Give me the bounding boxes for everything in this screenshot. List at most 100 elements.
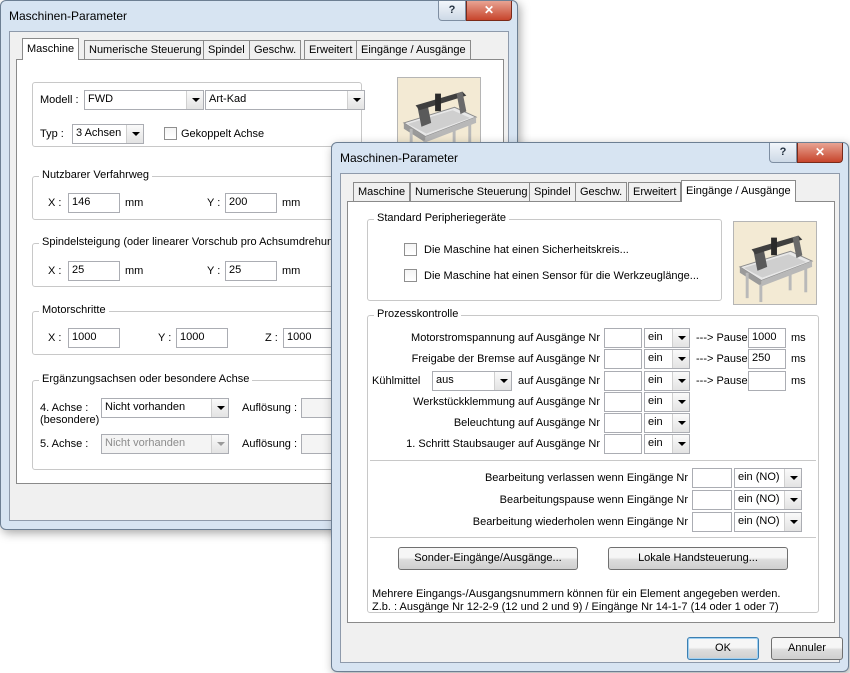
staubsauger-mode-value: ein — [648, 437, 663, 449]
motor-z-input[interactable]: 1000 — [283, 328, 335, 348]
wiederholen-label: Bearbeitung wiederholen wenn Eingänge Nr — [472, 516, 688, 528]
beleuchtung-nr-input[interactable] — [604, 413, 642, 433]
front-tab-spindel[interactable]: Spindel — [529, 182, 576, 201]
front-tab-maschine[interactable]: Maschine — [353, 182, 411, 201]
back-help-button[interactable]: ? — [438, 1, 466, 21]
std-peripherie-group: Standard Peripheriegeräte — [367, 212, 722, 301]
verfahr-x-label: X : — [48, 197, 62, 209]
front-close-button[interactable]: ✕ — [797, 143, 843, 163]
motorstrom-pause-input[interactable]: 1000 — [748, 328, 786, 348]
sicherheit-checkbox[interactable] — [404, 243, 417, 256]
kuehlmittel-combo[interactable]: aus — [432, 371, 512, 391]
verfahr-y-label: Y : — [207, 197, 221, 209]
staubsauger-nr-input[interactable] — [604, 434, 642, 454]
pause-nr-input[interactable] — [692, 490, 732, 510]
wiederholen-mode-combo[interactable]: ein (NO) — [734, 512, 802, 532]
chevron-down-icon — [672, 435, 689, 453]
ergaenz-group-title: Ergänzungsachsen oder besondere Achse — [39, 373, 253, 385]
cnc-machine-icon — [734, 222, 816, 304]
prozess-title: Prozesskontrolle — [374, 308, 462, 320]
front-help-button[interactable]: ? — [769, 143, 797, 163]
front-window-title: Maschinen-Parameter — [340, 151, 459, 165]
cancel-button[interactable]: Annuler — [771, 637, 843, 660]
beleuchtung-mode-combo[interactable]: ein — [644, 413, 690, 433]
motorstrom-mode-combo[interactable]: ein — [644, 328, 690, 348]
bremse-mode-combo[interactable]: ein — [644, 349, 690, 369]
achse4-combo[interactable]: Nicht vorhanden — [101, 398, 229, 418]
motorstrom-nr-input[interactable] — [604, 328, 642, 348]
back-tab-geschw[interactable]: Geschw. — [249, 40, 302, 59]
kuehlmittel-nr-input[interactable] — [604, 371, 642, 391]
achse5-label: 5. Achse : — [40, 438, 89, 450]
back-tab-maschine[interactable]: Maschine — [22, 38, 80, 60]
front-tab-geschw[interactable]: Geschw. — [575, 182, 628, 201]
achse5-combo[interactable]: Nicht vorhanden — [101, 434, 229, 454]
chevron-down-icon — [672, 393, 689, 411]
verlassen-mode-value: ein (NO) — [738, 471, 780, 483]
gekoppelt-checkbox[interactable] — [164, 127, 177, 140]
motorstrom-unit: ms — [791, 332, 806, 344]
gekoppelt-label: Gekoppelt Achse — [181, 128, 265, 140]
verlassen-nr-input[interactable] — [692, 468, 732, 488]
staubsauger-mode-combo[interactable]: ein — [644, 434, 690, 454]
machine-image — [733, 221, 817, 305]
motor-x-input[interactable]: 1000 — [68, 328, 120, 348]
hint-line-1: Mehrere Eingangs-/Ausgangsnummern können… — [372, 588, 781, 600]
wiederholen-nr-input[interactable] — [692, 512, 732, 532]
bremse-nr-input[interactable] — [604, 349, 642, 369]
front-client-area: Maschine Numerische Steuerung Spindel Ge… — [340, 173, 843, 663]
back-tab-spindel[interactable]: Spindel — [203, 40, 250, 59]
werkstueck-mode-combo[interactable]: ein — [644, 392, 690, 412]
ok-button[interactable]: OK — [687, 637, 759, 660]
pause-mode-value: ein (NO) — [738, 493, 780, 505]
modell-combo[interactable]: FWD — [84, 90, 204, 110]
chevron-down-icon — [672, 414, 689, 432]
front-tab-erweitert[interactable]: Erweitert — [628, 182, 682, 201]
typ-combo[interactable]: 3 Achsen — [72, 124, 144, 144]
verlassen-mode-combo[interactable]: ein (NO) — [734, 468, 802, 488]
werkstueck-mode-value: ein — [648, 395, 663, 407]
chevron-down-icon — [672, 350, 689, 368]
spindel-y-input[interactable]: 25 — [225, 261, 277, 281]
sensor-checkbox[interactable] — [404, 269, 417, 282]
modell-variant-combo[interactable]: Art-Kad — [205, 90, 365, 110]
verfahr-y-input[interactable]: 200 — [225, 193, 277, 213]
verfahr-x-unit: mm — [125, 197, 144, 209]
bremse-pause-input[interactable]: 250 — [748, 349, 786, 369]
back-close-button[interactable]: ✕ — [466, 1, 512, 21]
motor-y-input[interactable]: 1000 — [176, 328, 228, 348]
kuehlmittel-ausgang-label: auf Ausgänge Nr — [518, 375, 600, 387]
bremse-mode-value: ein — [648, 352, 663, 364]
beleuchtung-label: Beleuchtung auf Ausgänge Nr — [453, 417, 600, 429]
kuehlmittel-pause-input[interactable] — [748, 371, 786, 391]
chevron-down-icon — [672, 329, 689, 347]
buttons-separator — [370, 537, 816, 538]
modell-variant-value: Art-Kad — [209, 93, 247, 105]
back-tab-erweitert[interactable]: Erweitert — [304, 40, 358, 59]
hint-line-2: Z.b. : Ausgänge Nr 12-2-9 (12 und 2 und … — [372, 601, 779, 613]
kuehlmittel-pause-label: ---> Pause — [696, 375, 748, 387]
chevron-down-icon — [211, 435, 228, 453]
back-tab-numerische-steuerung[interactable]: Numerische Steuerung — [84, 40, 207, 59]
spindel-x-input[interactable]: 25 — [68, 261, 120, 281]
sicherheit-label: Die Maschine hat einen Sicherheitskreis.… — [424, 244, 629, 256]
front-tab-panel: Standard Peripheriegeräte Die Maschine h… — [347, 201, 835, 623]
verfahr-x-input[interactable]: 146 — [68, 193, 120, 213]
achse4-sub-label: (besondere) — [40, 414, 100, 426]
lokale-handsteuerung-button[interactable]: Lokale Handsteuerung... — [608, 547, 788, 570]
kuehlmittel-mode-combo[interactable]: ein — [644, 371, 690, 391]
achse5-value: Nicht vorhanden — [105, 437, 186, 449]
chevron-down-icon — [126, 125, 143, 143]
wiederholen-mode-value: ein (NO) — [738, 515, 780, 527]
pause-mode-combo[interactable]: ein (NO) — [734, 490, 802, 510]
front-tab-numerische-steuerung[interactable]: Numerische Steuerung — [410, 182, 533, 201]
front-tab-eingaenge-ausgaenge[interactable]: Eingänge / Ausgänge — [681, 180, 796, 202]
back-tab-eingaenge-ausgaenge[interactable]: Eingänge / Ausgänge — [356, 40, 471, 59]
spindel-x-label: X : — [48, 265, 62, 277]
bremse-label: Freigabe der Bremse auf Ausgänge Nr — [411, 353, 600, 365]
sonder-ein-ausgaenge-button[interactable]: Sonder-Eingänge/Ausgänge... — [398, 547, 578, 570]
chevron-down-icon — [347, 91, 364, 109]
modell-label: Modell : — [40, 94, 79, 106]
werkstueck-nr-input[interactable] — [604, 392, 642, 412]
sensor-label: Die Maschine hat einen Sensor für die We… — [424, 270, 699, 282]
